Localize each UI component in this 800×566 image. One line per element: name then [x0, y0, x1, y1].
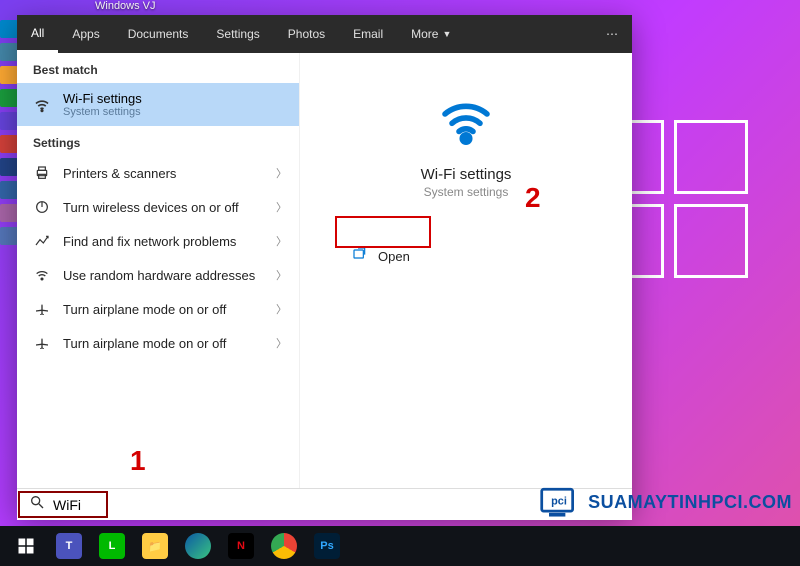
- search-input[interactable]: [53, 497, 620, 513]
- settings-results-list: Printers & scanners 〉 Turn wireless devi…: [17, 156, 299, 360]
- detail-subtitle: System settings: [424, 185, 509, 199]
- taskbar-app-netflix[interactable]: N: [221, 529, 261, 563]
- taskbar-app-teams[interactable]: T: [49, 529, 89, 563]
- tab-all[interactable]: All: [17, 15, 58, 53]
- desktop-icon[interactable]: [0, 181, 18, 199]
- watermark: pci SUAMAYTINHPCI.COM: [536, 482, 792, 522]
- taskbar-app-line[interactable]: L: [92, 529, 132, 563]
- desktop-icon[interactable]: [0, 135, 18, 153]
- airplane-icon: [33, 334, 51, 352]
- chevron-right-icon: 〉: [276, 267, 287, 283]
- chevron-down-icon: ▼: [442, 29, 451, 39]
- tab-documents[interactable]: Documents: [114, 15, 203, 53]
- taskbar: T L 📁 N Ps: [0, 526, 800, 566]
- open-action[interactable]: Open: [336, 239, 426, 274]
- tab-email[interactable]: Email: [339, 15, 397, 53]
- best-match-title: Wi-Fi settings: [63, 91, 142, 106]
- setting-item-airplane[interactable]: Turn airplane mode on or off 〉: [17, 326, 299, 360]
- search-icon: [29, 494, 45, 515]
- tab-settings[interactable]: Settings: [202, 15, 273, 53]
- desktop-icon[interactable]: [0, 66, 18, 84]
- results-left-column: Best match Wi-Fi settings System setting…: [17, 53, 300, 515]
- chevron-right-icon: 〉: [276, 301, 287, 317]
- toggle-icon: [33, 198, 51, 216]
- svg-text:pci: pci: [551, 496, 567, 508]
- wifi-icon: [33, 266, 51, 284]
- feedback-icon[interactable]: ⋯: [592, 15, 632, 53]
- taskbar-app-explorer[interactable]: 📁: [135, 529, 175, 563]
- desktop-icon[interactable]: [0, 158, 18, 176]
- chevron-right-icon: 〉: [276, 199, 287, 215]
- setting-label: Turn airplane mode on or off: [63, 302, 226, 317]
- tab-photos[interactable]: Photos: [274, 15, 339, 53]
- desktop-icon[interactable]: [0, 89, 18, 107]
- desktop-icon[interactable]: [0, 43, 18, 61]
- search-results-panel: All Apps Documents Settings Photos Email…: [17, 15, 632, 515]
- setting-item-airplane[interactable]: Turn airplane mode on or off 〉: [17, 292, 299, 326]
- troubleshoot-icon: [33, 232, 51, 250]
- desktop-icon[interactable]: [0, 20, 18, 38]
- setting-item-wireless[interactable]: Turn wireless devices on or off 〉: [17, 190, 299, 224]
- desktop-icon[interactable]: [0, 227, 18, 245]
- search-filter-tabs: All Apps Documents Settings Photos Email…: [17, 15, 632, 53]
- taskbar-app-photoshop[interactable]: Ps: [307, 529, 347, 563]
- start-button[interactable]: [6, 529, 46, 563]
- wifi-icon: [438, 93, 494, 154]
- desktop-icon[interactable]: [0, 204, 18, 222]
- tab-more[interactable]: More ▼: [397, 27, 465, 41]
- chevron-right-icon: 〉: [276, 165, 287, 181]
- settings-section-header: Settings: [17, 126, 299, 156]
- printer-icon: [33, 164, 51, 182]
- setting-item-printers[interactable]: Printers & scanners 〉: [17, 156, 299, 190]
- chevron-right-icon: 〉: [276, 233, 287, 249]
- desktop-shortcut-label: Windows VJ: [95, 0, 156, 12]
- best-match-header: Best match: [17, 53, 299, 83]
- open-label: Open: [378, 249, 410, 264]
- wifi-icon: [33, 96, 51, 114]
- desktop-icon[interactable]: [0, 112, 18, 130]
- taskbar-app-chrome[interactable]: [264, 529, 304, 563]
- best-match-result[interactable]: Wi-Fi settings System settings: [17, 83, 299, 126]
- tab-more-label: More: [411, 27, 438, 41]
- watermark-text: SUAMAYTINHPCI.COM: [588, 492, 792, 513]
- setting-label: Use random hardware addresses: [63, 268, 255, 283]
- open-icon: [352, 246, 368, 267]
- setting-label: Find and fix network problems: [63, 234, 236, 249]
- best-match-subtitle: System settings: [63, 106, 142, 118]
- detail-title: Wi-Fi settings: [421, 166, 512, 183]
- airplane-icon: [33, 300, 51, 318]
- taskbar-app-edge[interactable]: [178, 529, 218, 563]
- setting-item-random-hw[interactable]: Use random hardware addresses 〉: [17, 258, 299, 292]
- setting-label: Turn airplane mode on or off: [63, 336, 226, 351]
- tab-apps[interactable]: Apps: [58, 15, 113, 53]
- chevron-right-icon: 〉: [276, 335, 287, 351]
- setting-label: Printers & scanners: [63, 166, 176, 181]
- result-detail-pane: Wi-Fi settings System settings Open: [300, 53, 632, 515]
- setting-label: Turn wireless devices on or off: [63, 200, 239, 215]
- watermark-logo-icon: pci: [536, 482, 582, 522]
- setting-item-troubleshoot[interactable]: Find and fix network problems 〉: [17, 224, 299, 258]
